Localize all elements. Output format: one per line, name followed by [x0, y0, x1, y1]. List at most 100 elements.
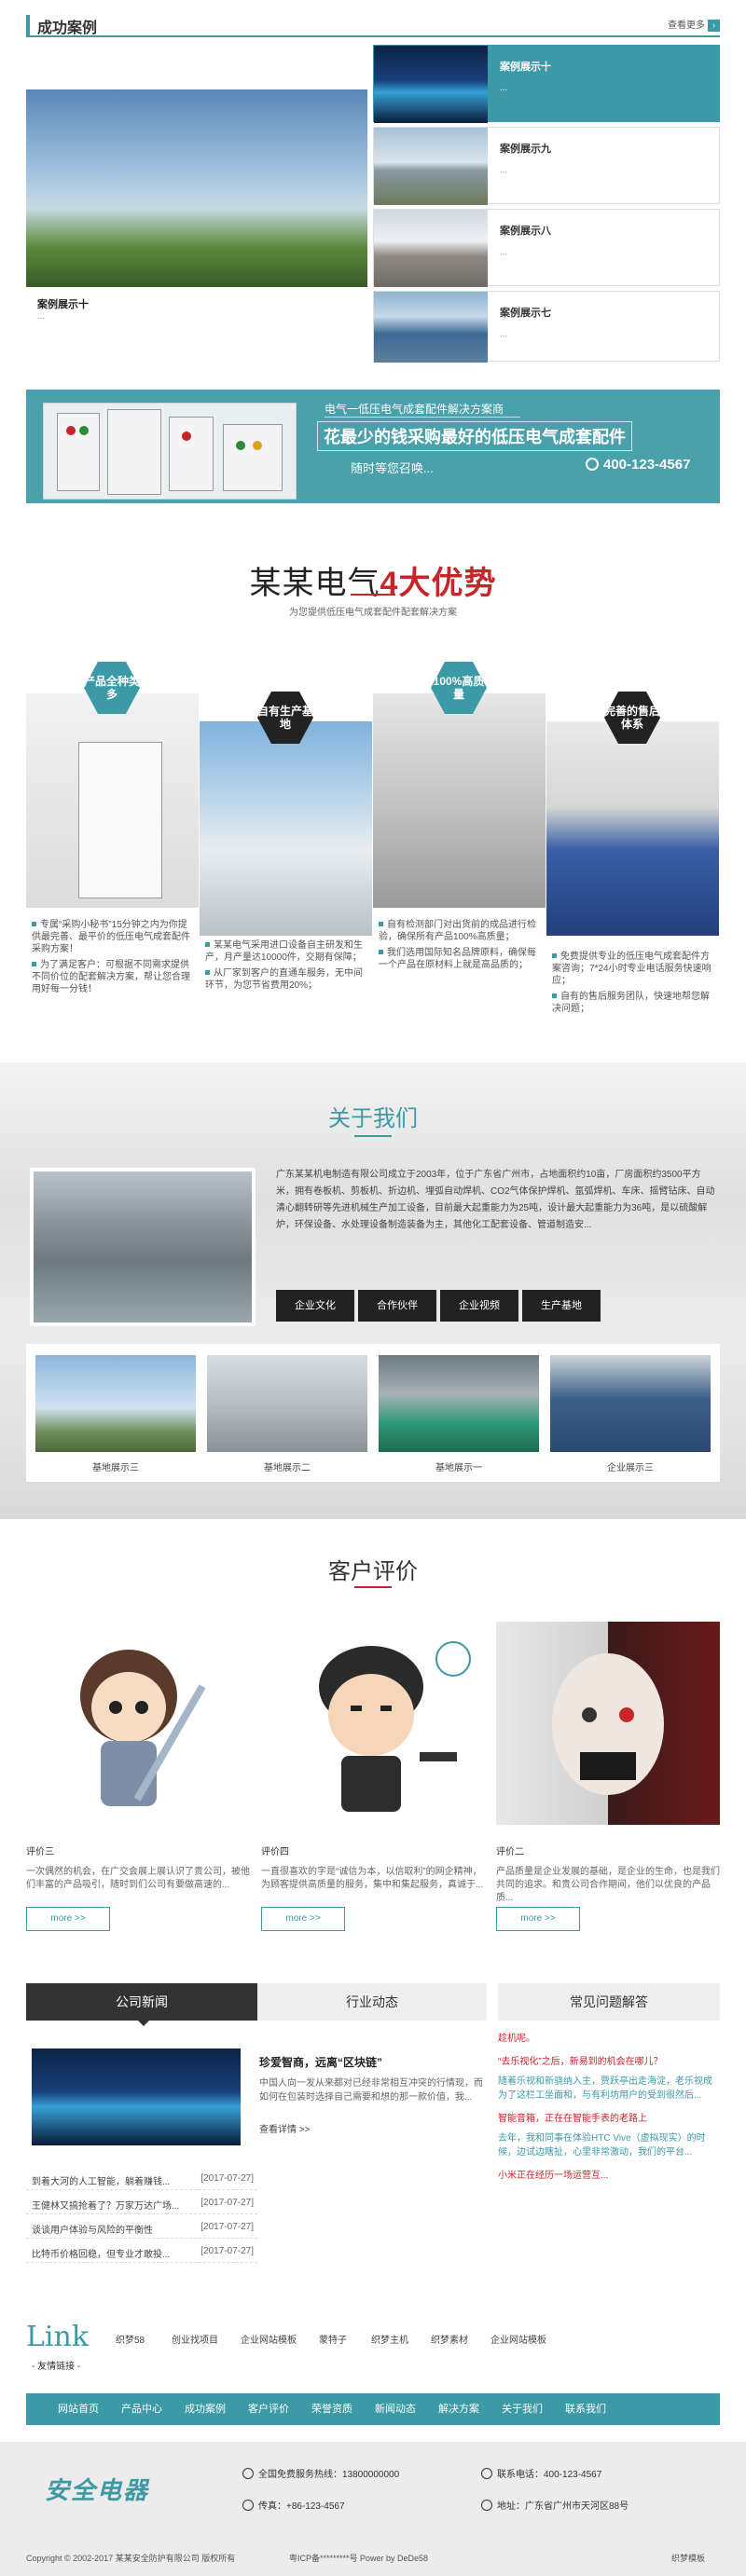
knob-icon	[236, 441, 245, 450]
friend-link[interactable]: 企业网站模板	[490, 2332, 546, 2346]
base-image	[35, 1355, 196, 1452]
news-featured-image[interactable]	[32, 2048, 241, 2145]
title-underline	[354, 1135, 392, 1137]
bullet-icon	[379, 922, 383, 926]
nav-reviews[interactable]: 客户评价	[248, 2393, 289, 2425]
case-item[interactable]: 案例展示七 ...	[373, 291, 720, 363]
nav-about[interactable]: 关于我们	[502, 2393, 543, 2425]
faq-question[interactable]: 小米正在经历一场运营互...	[498, 2169, 720, 2183]
about-image	[30, 1168, 256, 1326]
nav-cases[interactable]: 成功案例	[185, 2393, 226, 2425]
nav-solutions[interactable]: 解决方案	[438, 2393, 479, 2425]
nav-honors[interactable]: 荣誉资质	[311, 2393, 352, 2425]
knob-icon	[253, 441, 262, 450]
tab-company-news[interactable]: 公司新闻	[26, 1983, 257, 2021]
nav-products[interactable]: 产品中心	[121, 2393, 162, 2425]
cabinet-graphic	[78, 742, 162, 898]
news-item[interactable]: 谈谈用户体验与风险的平衡性 [2017-07-27]	[26, 2220, 257, 2239]
advantage-point: 自有检测部门对出货前的成品进行检验，确保所有产品100%高质量；	[379, 920, 536, 942]
about-button-culture[interactable]: 企业文化	[276, 1290, 354, 1322]
cases-grid: 案例展示十 ... 案例展示十 ... 案例展示九 ... 案例展示八 ... …	[26, 45, 720, 363]
location-icon	[481, 2500, 492, 2511]
review-text: 一次偶然的机会，在广交会展上展认识了贵公司，被他们丰富的产品吸引，随时到们公司有…	[26, 1867, 250, 1890]
advantage-point: 从厂家到客户的直通车服务，无中间环节，为您节省费用20%；	[205, 968, 363, 991]
case-image	[374, 210, 488, 287]
more-link[interactable]: 查看更多 ›	[668, 17, 720, 32]
about-button-video[interactable]: 企业视频	[440, 1290, 518, 1322]
about-button-base[interactable]: 生产基地	[522, 1290, 601, 1322]
phone-icon	[242, 2468, 254, 2479]
knob-icon	[79, 426, 89, 435]
friend-link[interactable]: 织梦素材	[431, 2332, 468, 2346]
case-image	[374, 46, 488, 123]
friend-link[interactable]: 织梦58	[116, 2332, 145, 2346]
cabinet-graphic	[169, 417, 214, 491]
base-gallery: 基地展示三 基地展示二 基地展示一 企业展示三	[26, 1344, 720, 1482]
review-more-button[interactable]: more >>	[261, 1907, 345, 1931]
base-item[interactable]: 基地展示二	[207, 1355, 367, 1473]
base-image	[550, 1355, 711, 1452]
case-desc: ...	[500, 83, 508, 93]
case-item[interactable]: 案例展示八 ...	[373, 209, 720, 287]
review-text: 一直很喜欢的字是“诚信为本，以信取利”的网企精神，为顾客提供高质量的服务，集中和…	[261, 1867, 484, 1890]
promo-banner[interactable]: 电气一低压电气成套配件解决方案商 花最少的钱采购最好的低压电气成套配件 随时等您…	[26, 390, 720, 503]
friend-link[interactable]: 创业找项目	[172, 2332, 218, 2346]
review-more-button[interactable]: more >>	[26, 1907, 110, 1931]
news-item[interactable]: 到着大河的人工智能，躺着赚钱... [2017-07-27]	[26, 2172, 257, 2190]
about-button-partners[interactable]: 合作伙伴	[358, 1290, 436, 1322]
cabinet-graphic	[57, 413, 100, 491]
news-featured-more[interactable]: 查看详情 >>	[259, 2121, 310, 2135]
case-desc: ...	[500, 329, 508, 339]
review-card: 评价三 一次偶然的机会，在广交会展上展认识了贵公司，被他们丰富的产品吸引，随时到…	[26, 1622, 250, 1939]
advantage-point: 我们选用国际知名品牌原料，确保每一个产品在原材料上就是高品质的；	[379, 948, 536, 970]
base-image	[379, 1355, 539, 1452]
copyright: Copyright © 2002-2017 某某安全防护有限公司 版权所有	[26, 2554, 236, 2563]
about-text: 广东某某机电制造有限公司成立于2003年，位于广东省广州市，占地面积约10亩，厂…	[276, 1170, 715, 1230]
friend-link[interactable]: 企业网站模板	[241, 2332, 297, 2346]
bullet-icon	[32, 922, 36, 926]
case-item[interactable]: 案例展示十 ...	[373, 45, 720, 123]
news-item[interactable]: 比特币价格回稳，但专业才敢投... [2017-07-27]	[26, 2244, 257, 2263]
review-avatar	[496, 1622, 720, 1825]
advantage-card: 自有生产基地 某某电气采用进口设备自主研发和生产，月产量达10000件，交期有保…	[200, 649, 372, 1040]
bullet-icon	[32, 962, 36, 966]
theme-credit[interactable]: 织梦模板	[671, 2552, 705, 2564]
faq-list: 趁机呢。 “去乐视化”之后，新易到的机会在哪儿？ 随着乐视和新骁纳入主，贾跃亭出…	[498, 2032, 720, 2183]
news-featured-title[interactable]: 珍爱智商，远离“区块链”	[259, 2054, 382, 2070]
advantage-card: 完善的售后体系 免费提供专业的低压电气成套配件方案咨询；7*24小时专业电话服务…	[546, 649, 719, 1040]
cabinet-image	[43, 403, 297, 500]
banner-phone[interactable]: 400-123-4567	[586, 457, 690, 473]
faq-question[interactable]: 趁机呢。	[498, 2032, 720, 2046]
footer-fax: 传真：+86-123-4567	[242, 2498, 345, 2512]
footer-tel: 联系电话：400-123-4567	[481, 2466, 601, 2480]
bullet-icon	[552, 953, 557, 958]
nav-contact[interactable]: 联系我们	[565, 2393, 606, 2425]
friend-link[interactable]: 蒙特子	[319, 2332, 347, 2346]
featured-case[interactable]: 案例展示十 ...	[26, 89, 367, 327]
review-text: 产品质量是企业发展的基础，是企业的生命，也是我们共同的追求。和贵公司合作期间，他…	[496, 1867, 720, 1903]
links-logo: Link	[26, 2321, 90, 2353]
knob-icon	[182, 432, 191, 441]
base-item[interactable]: 企业展示三	[550, 1355, 711, 1473]
news-item[interactable]: 王健林又搞抢着了？万家万达广场... [2017-07-27]	[26, 2196, 257, 2214]
review-more-button[interactable]: more >>	[496, 1907, 580, 1931]
friend-link[interactable]: 织梦主机	[371, 2332, 408, 2346]
nav-news[interactable]: 新闻动态	[375, 2393, 416, 2425]
case-item[interactable]: 案例展示九 ...	[373, 127, 720, 205]
base-item[interactable]: 基地展示三	[35, 1355, 196, 1473]
base-item[interactable]: 基地展示一	[379, 1355, 539, 1473]
footer-hotline: 全国免费服务热线：13800000000	[242, 2466, 399, 2480]
advantage-image	[546, 721, 719, 936]
faq-question[interactable]: 智能音箱，正在在智能手表的老路上	[498, 2112, 720, 2126]
advantage-text: 免费提供专业的低压电气成套配件方案咨询；7*24小时专业电话服务快速响应； 自有…	[552, 951, 715, 1019]
review-name: 评价三	[26, 1847, 54, 1857]
case-image	[374, 292, 488, 363]
cabinet-graphic	[107, 409, 161, 495]
links-subtitle: - 友情链接 -	[32, 2362, 81, 2372]
faq-question[interactable]: “去乐视化”之后，新易到的机会在哪儿？	[498, 2055, 720, 2069]
nav-home[interactable]: 网站首页	[58, 2393, 99, 2425]
icp-info: 粤ICP备*********号 Power by DeDe58	[289, 2554, 429, 2563]
bullet-icon	[205, 942, 210, 947]
tab-industry-news[interactable]: 行业动态	[257, 1983, 487, 2021]
base-image	[207, 1355, 367, 1452]
